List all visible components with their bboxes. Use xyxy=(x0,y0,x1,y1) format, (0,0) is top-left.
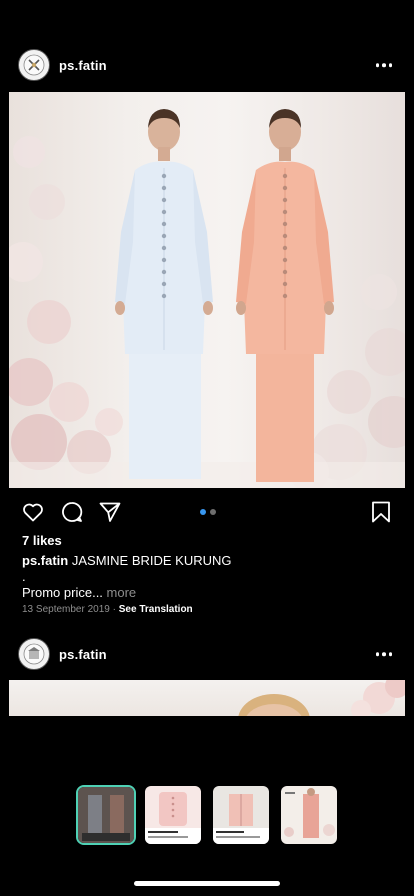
thumbnail-image xyxy=(145,786,201,844)
post-username[interactable]: ps.fatin xyxy=(59,58,107,73)
caption-continued: Promo price... more xyxy=(22,585,136,600)
bookmark-icon[interactable] xyxy=(369,500,393,524)
more-link[interactable]: more xyxy=(107,585,137,600)
carousel-dot xyxy=(210,509,216,515)
heart-icon[interactable] xyxy=(21,500,45,524)
caption-username[interactable]: ps.fatin xyxy=(22,553,68,568)
more-options-icon[interactable] xyxy=(375,63,392,67)
post-header: ps.fatin xyxy=(0,45,414,85)
profile-logo-icon xyxy=(23,54,45,76)
caption-dot: . xyxy=(22,569,26,584)
thumbnail-4[interactable] xyxy=(281,786,337,844)
more-options-icon[interactable] xyxy=(375,652,392,656)
share-icon[interactable] xyxy=(98,500,122,524)
likes-count[interactable]: 7 likes xyxy=(22,533,62,548)
thumbnail-image xyxy=(213,786,269,844)
post-header-2: ps.fatin xyxy=(0,634,414,674)
post-photo-partial xyxy=(238,680,405,716)
model-left xyxy=(115,109,213,479)
thumbnail-2[interactable] xyxy=(145,786,201,844)
thumbnail-image xyxy=(78,787,134,843)
thumbnail-image xyxy=(281,786,337,844)
meta-separator: · xyxy=(112,604,116,615)
profile-logo-icon xyxy=(23,643,45,665)
thumbnail-1[interactable] xyxy=(76,785,136,845)
carousel-dot-active xyxy=(200,509,206,515)
caption: ps.fatin JASMINE BRIDE KURUNG xyxy=(22,553,392,569)
avatar[interactable] xyxy=(18,49,50,81)
model-right xyxy=(236,109,334,482)
post-date: 13 September 2019 xyxy=(22,604,110,615)
post-image[interactable] xyxy=(9,92,405,488)
thumbnail-3[interactable] xyxy=(213,786,269,844)
home-indicator[interactable] xyxy=(134,881,280,886)
post-meta: 13 September 2019 · See Translation xyxy=(22,604,193,615)
thumbnail-strip xyxy=(0,785,414,846)
comment-icon[interactable] xyxy=(60,500,84,524)
bridal-kurung-photo xyxy=(9,109,405,488)
post-username[interactable]: ps.fatin xyxy=(59,647,107,662)
see-translation-link[interactable]: See Translation xyxy=(119,604,193,615)
post-image-2[interactable] xyxy=(9,680,405,716)
caption-text: JASMINE BRIDE KURUNG xyxy=(71,553,232,568)
avatar[interactable] xyxy=(18,638,50,670)
caption-line2: Promo price... xyxy=(22,585,103,600)
carousel-indicator xyxy=(200,509,216,515)
